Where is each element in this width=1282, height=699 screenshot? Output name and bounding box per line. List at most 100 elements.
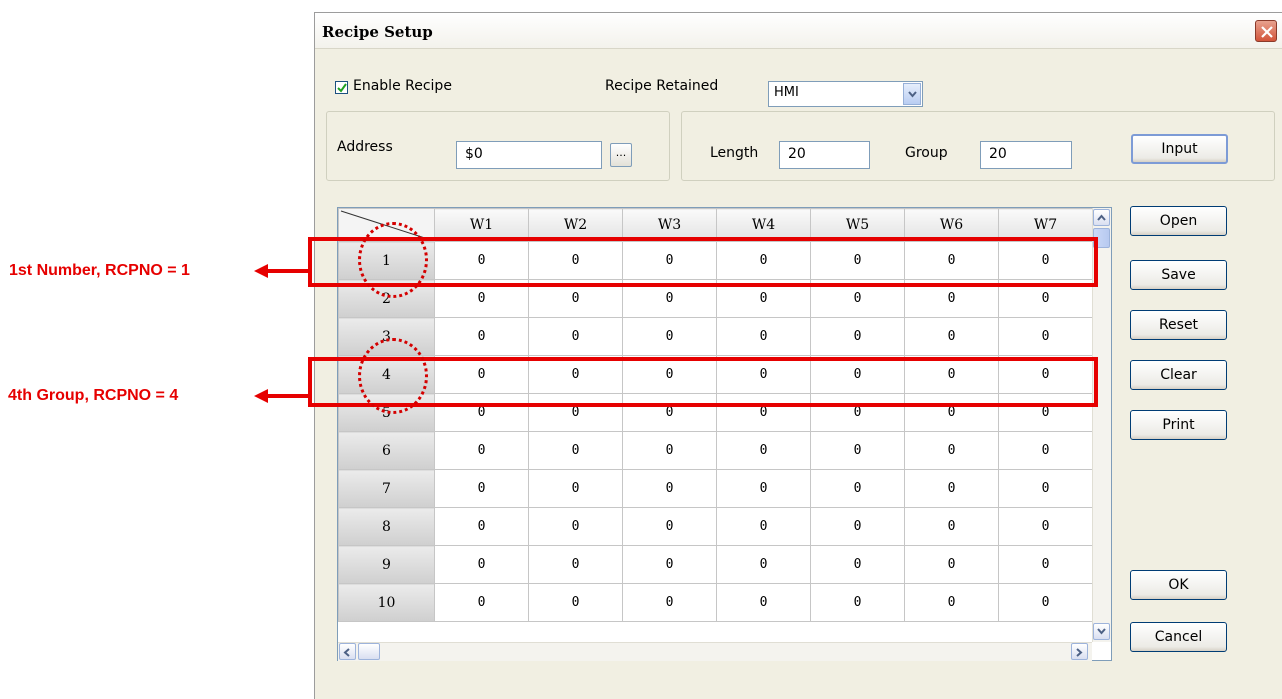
scroll-right-button[interactable] [1071,643,1088,660]
table-cell[interactable]: 0 [904,545,999,584]
recipe-retained-label: Recipe Retained [605,78,719,94]
table-cell[interactable]: 0 [528,317,623,356]
table-cell[interactable]: 0 [998,583,1093,622]
table-cell[interactable]: 0 [904,431,999,470]
annotation-first-number: 1st Number, RCPNO = 1 [9,262,190,279]
table-row: 80000000 [338,507,1093,546]
table-cell[interactable]: 0 [810,317,905,356]
length-value: 20 [788,146,806,162]
dialog-title: Recipe Setup [322,23,433,41]
table-cell[interactable]: 0 [434,469,529,508]
table-row: 30000000 [338,317,1093,356]
table-cell[interactable]: 0 [904,317,999,356]
table-cell[interactable]: 0 [716,469,811,508]
table-cell[interactable]: 0 [716,431,811,470]
table-cell[interactable]: 0 [622,507,717,546]
close-icon [1261,26,1273,38]
chevron-up-icon [1097,214,1106,221]
print-button[interactable]: Print [1130,410,1227,440]
address-label: Address [337,139,393,155]
table-cell[interactable]: 0 [904,469,999,508]
title-bar[interactable]: Recipe Setup [315,13,1282,49]
table-cell[interactable]: 0 [528,431,623,470]
arrow-left-icon [254,264,308,278]
checkmark-icon [337,83,347,93]
table-cell[interactable]: 0 [998,545,1093,584]
table-row: 60000000 [338,431,1093,470]
circle-row-4-number [358,338,428,414]
save-button[interactable]: Save [1130,260,1227,290]
dropdown-button[interactable] [903,83,921,105]
scroll-left-button[interactable] [339,643,356,660]
table-cell[interactable]: 0 [434,583,529,622]
recipe-setup-dialog: Recipe Setup Enable Recipe Recipe Retain… [314,12,1282,699]
arrow-left-icon [254,389,308,403]
group-value: 20 [989,146,1007,162]
table-cell[interactable]: 0 [716,507,811,546]
table-cell[interactable]: 0 [998,469,1093,508]
row-header[interactable]: 6 [338,431,435,470]
address-input[interactable]: $0 [456,141,602,169]
recipe-retained-value: HMI [774,85,799,100]
table-cell[interactable]: 0 [434,545,529,584]
table-cell[interactable]: 0 [998,507,1093,546]
table-cell[interactable]: 0 [998,317,1093,356]
horizontal-scroll-thumb[interactable] [358,643,380,660]
input-button[interactable]: Input [1131,134,1228,164]
table-cell[interactable]: 0 [810,545,905,584]
table-cell[interactable]: 0 [434,317,529,356]
table-cell[interactable]: 0 [622,545,717,584]
circle-row-1-number [358,222,428,298]
group-input[interactable]: 20 [980,141,1072,169]
table-cell[interactable]: 0 [810,583,905,622]
table-cell[interactable]: 0 [810,431,905,470]
chevron-left-icon [343,648,350,657]
table-cell[interactable]: 0 [716,583,811,622]
enable-recipe-checkbox[interactable] [335,81,348,94]
length-label: Length [710,145,759,161]
table-cell[interactable]: 0 [904,507,999,546]
address-value: $0 [465,146,483,162]
length-input[interactable]: 20 [779,141,870,169]
row-header[interactable]: 7 [338,469,435,508]
chevron-right-icon [1076,648,1083,657]
table-cell[interactable]: 0 [528,583,623,622]
chevron-down-icon [1097,628,1106,635]
table-cell[interactable]: 0 [904,583,999,622]
ok-button[interactable]: OK [1130,570,1227,600]
table-cell[interactable]: 0 [716,317,811,356]
row-header[interactable]: 9 [338,545,435,584]
table-cell[interactable]: 0 [998,431,1093,470]
table-cell[interactable]: 0 [434,507,529,546]
enable-recipe-label: Enable Recipe [353,78,452,94]
recipe-retained-select[interactable]: HMI [768,81,923,107]
clear-button[interactable]: Clear [1130,360,1227,390]
table-cell[interactable]: 0 [622,431,717,470]
horizontal-scrollbar[interactable] [338,642,1092,661]
table-cell[interactable]: 0 [810,507,905,546]
table-cell[interactable]: 0 [810,469,905,508]
table-cell[interactable]: 0 [716,545,811,584]
table-cell[interactable]: 0 [622,583,717,622]
row-header[interactable]: 8 [338,507,435,546]
table-cell[interactable]: 0 [434,431,529,470]
open-button[interactable]: Open [1130,206,1227,236]
table-row: 70000000 [338,469,1093,508]
table-row: 10 0 0 0 0 0 0 0 [338,583,1093,622]
table-cell[interactable]: 0 [528,507,623,546]
table-cell[interactable]: 0 [528,545,623,584]
reset-button[interactable]: Reset [1130,310,1227,340]
table-cell[interactable]: 0 [622,317,717,356]
scroll-up-button[interactable] [1093,209,1110,226]
group-label: Group [905,145,948,161]
row-header[interactable]: 10 [338,583,435,622]
browse-address-button[interactable]: ... [610,143,632,167]
table-cell[interactable]: 0 [622,469,717,508]
table-row: 90000000 [338,545,1093,584]
annotation-fourth-group: 4th Group, RCPNO = 4 [8,387,179,404]
cancel-button[interactable]: Cancel [1130,622,1227,652]
scroll-down-button[interactable] [1093,623,1110,640]
chevron-down-icon [908,91,917,98]
table-cell[interactable]: 0 [528,469,623,508]
close-button[interactable] [1255,20,1277,42]
